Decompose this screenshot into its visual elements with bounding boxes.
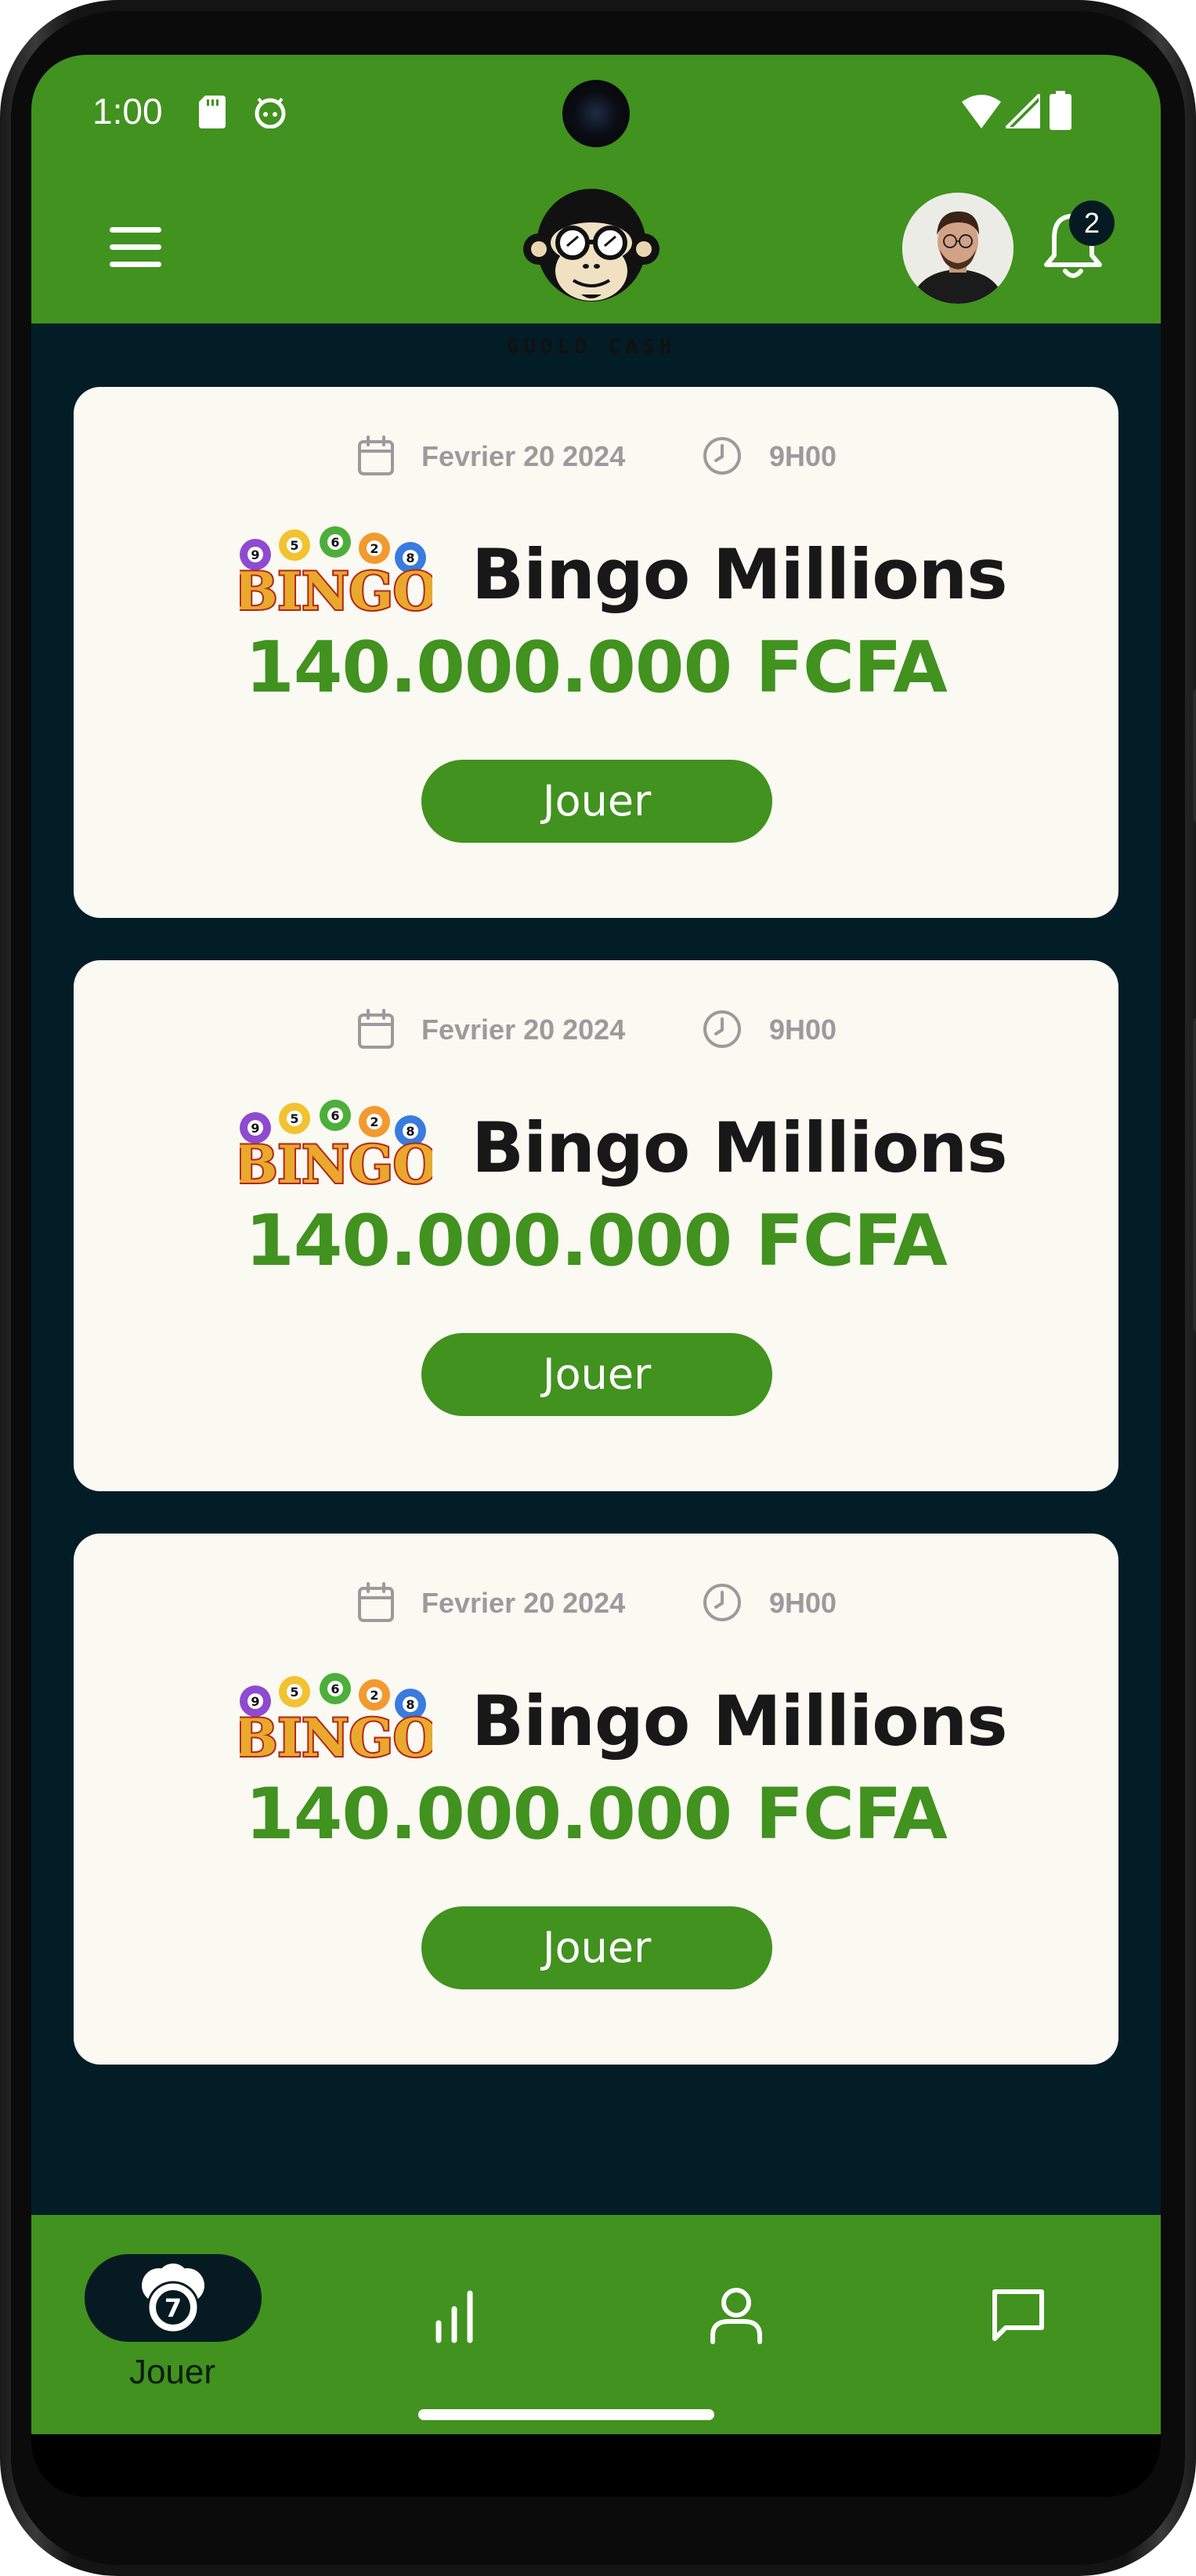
clock-icon xyxy=(703,1010,741,1048)
screen: 1:00 GUOLO CASH 2 Fevrier 20 2024 9H00 9… xyxy=(31,55,1161,2497)
monkey-logo-icon xyxy=(523,189,659,302)
bingo-logo-icon: 95 6 28BINGO xyxy=(240,526,432,616)
svg-text:2: 2 xyxy=(370,1115,378,1129)
svg-text:5: 5 xyxy=(290,1685,298,1700)
front-camera xyxy=(562,80,630,147)
draw-time: 9H00 xyxy=(769,440,837,472)
nav-label: Jouer xyxy=(128,2353,216,2391)
game-title: Bingo Millions xyxy=(472,1107,1008,1188)
bingo-logo-text: BINGO xyxy=(240,1707,432,1762)
nav-item-messages[interactable] xyxy=(924,2215,1112,2434)
app-header: 1:00 GUOLO CASH 2 xyxy=(31,55,1161,359)
logo-text: GUOLO CASH xyxy=(506,335,677,359)
status-time: 1:00 xyxy=(92,91,163,132)
phone-frame: 1:00 GUOLO CASH 2 Fevrier 20 2024 9H00 9… xyxy=(0,0,1196,2576)
game-title: Bingo Millions xyxy=(472,534,1008,615)
battery-icon xyxy=(1050,91,1071,130)
nav-active-indicator: 7 xyxy=(85,2254,262,2342)
draw-date: Fevrier 20 2024 xyxy=(421,440,626,472)
svg-text:2: 2 xyxy=(370,1688,378,1703)
volume-button xyxy=(1193,1018,1196,1331)
nav-item-jouer[interactable]: 7 Jouer xyxy=(78,2215,266,2434)
svg-text:5: 5 xyxy=(290,538,298,553)
calendar-icon xyxy=(358,1009,394,1049)
chat-icon xyxy=(992,2289,1044,2341)
calendar-icon xyxy=(358,435,394,475)
card-meta: Fevrier 20 2024 9H00 xyxy=(74,1582,1118,1629)
calendar-icon xyxy=(358,1582,394,1622)
game-title: Bingo Millions xyxy=(472,1681,1008,1761)
nav-item-profile[interactable] xyxy=(642,2215,830,2434)
wifi-icon xyxy=(962,95,1001,128)
lottery-ball-icon: 7 xyxy=(142,2263,204,2334)
game-card: Fevrier 20 2024 9H00 9 5 6 2 8 BINGO Bingo Milli… xyxy=(74,1534,1118,2065)
bingo-logo-icon: 95 6 28BINGO xyxy=(240,1100,432,1189)
app-logo: GUOLO CASH xyxy=(486,171,697,359)
play-button[interactable]: Jouer xyxy=(421,1906,772,1989)
sd-card-icon xyxy=(199,96,226,128)
user-photo xyxy=(902,193,1014,304)
clock-icon xyxy=(703,437,741,475)
signal-icon xyxy=(1006,94,1040,128)
draw-time: 9H00 xyxy=(769,1013,837,1046)
draw-time: 9H00 xyxy=(769,1587,837,1619)
jackpot-amount: 140.000.000 FCFA xyxy=(245,1200,948,1282)
menu-icon[interactable] xyxy=(110,226,161,269)
status-bar: 1:00 xyxy=(31,55,1161,172)
card-meta: Fevrier 20 2024 9H00 xyxy=(74,435,1118,482)
nav-item-stats[interactable] xyxy=(360,2215,548,2434)
bottom-navigation: 7 Jouer xyxy=(31,2215,1161,2434)
bingo-logo-text: BINGO xyxy=(240,1134,432,1189)
game-card: Fevrier 20 2024 9H00 9 5 6 2 8 BINGO Bingo Milli… xyxy=(74,960,1118,1491)
avatar[interactable] xyxy=(902,193,1014,304)
card-meta: Fevrier 20 2024 9H00 xyxy=(74,1009,1118,1056)
jackpot-amount: 140.000.000 FCFA xyxy=(245,627,948,709)
svg-text:6: 6 xyxy=(331,1108,339,1123)
notification-badge: 2 xyxy=(1069,201,1115,246)
jackpot-amount: 140.000.000 FCFA xyxy=(245,1773,948,1855)
android-icon xyxy=(255,97,286,128)
draw-date: Fevrier 20 2024 xyxy=(421,1013,626,1046)
game-card: Fevrier 20 2024 9H00 9 5 6 2 8 BINGO Bingo Milli… xyxy=(74,387,1118,918)
svg-text:5: 5 xyxy=(290,1111,298,1126)
svg-text:6: 6 xyxy=(331,535,339,550)
home-gesture-bar[interactable] xyxy=(418,2409,714,2420)
bingo-logo-text: BINGO xyxy=(240,561,432,616)
bar-chart-icon xyxy=(435,2290,473,2343)
svg-text:6: 6 xyxy=(331,1682,339,1696)
user-icon xyxy=(710,2288,762,2344)
draw-date: Fevrier 20 2024 xyxy=(421,1587,626,1619)
play-button[interactable]: Jouer xyxy=(421,760,772,843)
bingo-logo-icon: 95 6 28BINGO xyxy=(240,1673,432,1762)
power-button xyxy=(1193,689,1196,822)
gesture-area xyxy=(31,2434,1161,2497)
clock-icon xyxy=(703,1584,741,1621)
svg-text:2: 2 xyxy=(370,541,378,556)
play-button[interactable]: Jouer xyxy=(421,1333,772,1416)
svg-text:7: 7 xyxy=(164,2293,182,2323)
